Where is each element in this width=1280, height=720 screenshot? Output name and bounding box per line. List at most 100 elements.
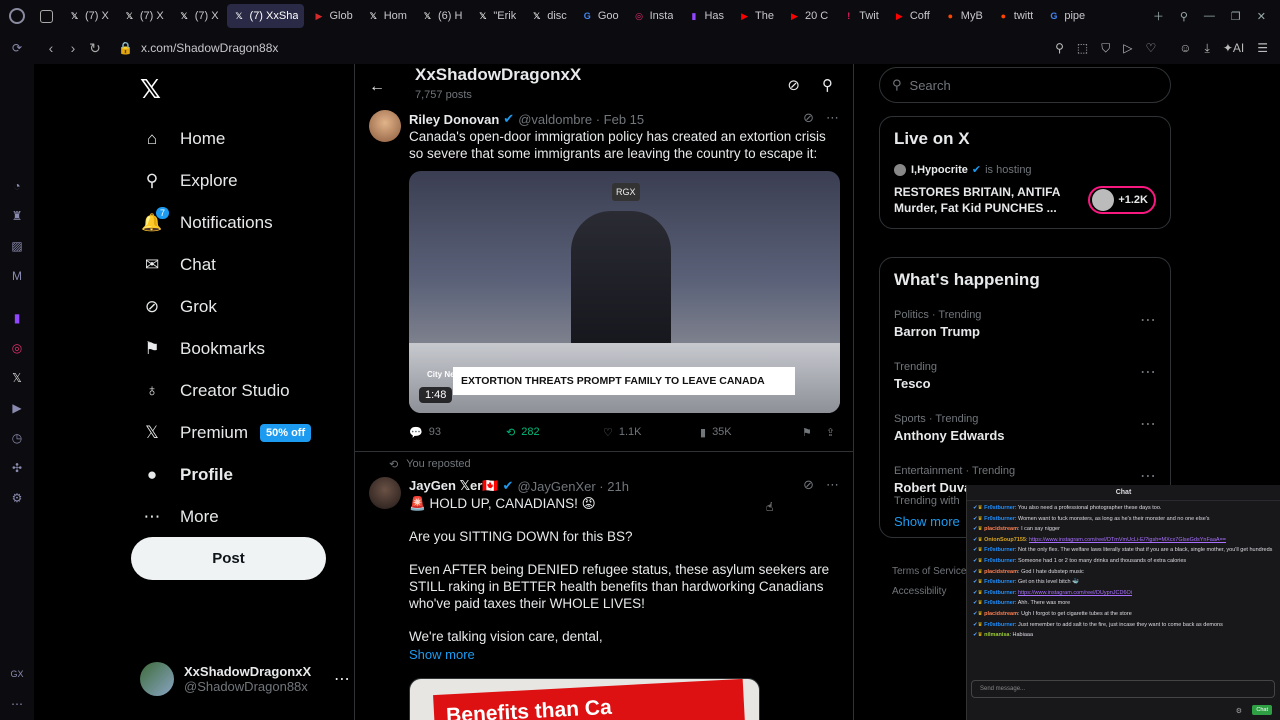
browser-tab[interactable]: ! Twit (836, 4, 885, 28)
bookmark-icon[interactable]: ⚑ (802, 426, 812, 439)
browser-tab[interactable]: ◎ Insta (627, 4, 680, 28)
download-icon[interactable]: ⤓ (1205, 41, 1210, 56)
url-field[interactable]: 🔒 x.com/ShadowDragon88x (118, 41, 278, 55)
chat-send-button[interactable]: Chat (1252, 705, 1272, 715)
share-icon[interactable]: ⇪ (826, 426, 835, 439)
chat-username[interactable]: OnionSoup7155 (984, 537, 1026, 543)
chat-username[interactable]: Fr0stburner (984, 600, 1015, 606)
tweet-date[interactable]: Feb 15 (604, 112, 644, 127)
browser-tab[interactable]: 𝕏 "Erik (470, 4, 522, 28)
browser-tab[interactable]: ▶ Coff (887, 4, 936, 28)
like-button[interactable]: ♡ 1.1K (603, 426, 700, 439)
browser-tab[interactable]: 𝕏 (7) XxSha (226, 4, 305, 28)
robot-icon[interactable]: ♜ (9, 208, 25, 224)
maximize-icon[interactable]: ❐ (1231, 10, 1241, 23)
browser-tab[interactable]: 𝕏 (7) X (117, 4, 170, 28)
more-dots-icon[interactable]: ⋯ (334, 669, 350, 689)
chat-username[interactable]: Fr0stburner (984, 505, 1015, 511)
tweet-date[interactable]: 21h (607, 479, 629, 494)
trend-item[interactable]: Politics · Trending Barron Trump ⋯ (894, 302, 1156, 354)
x-logo-icon[interactable]: 𝕏 (140, 74, 161, 105)
player-icon[interactable]: ▶ (9, 400, 25, 416)
show-more-link[interactable]: Show more (409, 647, 839, 662)
minimize-icon[interactable]: — (1204, 10, 1215, 22)
chat-username[interactable]: Fr0stburner (984, 558, 1015, 564)
nav-item-chat[interactable]: ✉ Chat (140, 244, 311, 286)
play-icon[interactable]: ▷ (1123, 41, 1132, 56)
trend-item[interactable]: Trending Tesco ⋯ (894, 354, 1156, 406)
grok-icon[interactable]: ⊘ (803, 477, 814, 493)
pin-icon[interactable]: ⚲ (1055, 41, 1064, 56)
live-space[interactable]: RESTORES BRITAIN, ANTIFA Murder, Fat Kid… (894, 184, 1156, 216)
more-dots-icon[interactable]: ⋯ (826, 477, 839, 493)
browser-tab[interactable]: ▶ Glob (306, 4, 358, 28)
menu-icon[interactable]: ☰ (1257, 41, 1268, 56)
browser-tab[interactable]: ● twitt (991, 4, 1040, 28)
browser-tab[interactable]: ▶ 20 C (782, 4, 834, 28)
nav-item-creator-studio[interactable]: ♁ Creator Studio (140, 370, 311, 412)
reload-icon[interactable]: ↻ (84, 40, 106, 57)
avatar[interactable] (369, 110, 401, 142)
chat-link[interactable]: https://www.instagram.com/reel/DTmVmUcLi… (1029, 537, 1226, 543)
repost-button[interactable]: ⟲ 282 (506, 426, 603, 439)
tweet[interactable]: Riley Donovan ✔ @valdombre · Feb 15 ⊘ ⋯ … (355, 110, 853, 451)
more-dots-icon[interactable]: ⋯ (1140, 414, 1156, 434)
grok-icon[interactable]: ⊘ (803, 110, 814, 126)
browser-tab[interactable]: ● MyB (938, 4, 989, 28)
nav-item-more[interactable]: ⋯ More (140, 496, 311, 538)
gear-icon[interactable]: ⚙ (1236, 707, 1242, 715)
browser-tab[interactable]: G Goo (575, 4, 625, 28)
chat-username[interactable]: Fr0stburner (984, 590, 1015, 596)
profile-icon[interactable]: ☺ (1179, 41, 1191, 56)
more-dots-icon[interactable]: ⋯ (826, 110, 839, 126)
heart-icon[interactable]: ♡ (1145, 41, 1156, 56)
reply-button[interactable]: 💬 93 (409, 426, 506, 439)
browser-tab[interactable]: 𝕏 Hom (361, 4, 413, 28)
shield-icon[interactable]: ⛉ (1101, 41, 1110, 56)
tab-search-icon[interactable]: ⚲ (1180, 10, 1188, 23)
twitch-icon[interactable]: ▮ (9, 310, 25, 326)
host-avatar[interactable] (894, 163, 906, 176)
more-dots-icon[interactable]: ⋯ (1140, 362, 1156, 382)
nav-item-bookmarks[interactable]: ⚑ Bookmarks (140, 328, 311, 370)
browser-tab[interactable]: 𝕏 (7) X (172, 4, 225, 28)
chat-input[interactable]: Send message... (971, 680, 1275, 698)
browser-tab[interactable]: Gpipe (1041, 4, 1091, 28)
browser-tab[interactable]: ▮ Has (681, 4, 730, 28)
back-arrow-icon[interactable]: ← (355, 78, 399, 96)
post-button[interactable]: Post (131, 537, 326, 580)
account-switcher[interactable]: XxShadowDragonxX @ShadowDragon88x ⋯ (140, 662, 350, 696)
tweet-image[interactable]: Benefits than Ca (409, 678, 760, 720)
search-icon[interactable]: ⚲ (822, 76, 833, 94)
chat-username[interactable]: nilmanisa (984, 632, 1009, 638)
more-dots-icon[interactable]: ⋯ (1140, 310, 1156, 330)
browser-tab[interactable]: 𝕏 (6) H (415, 4, 468, 28)
avatar[interactable] (369, 477, 401, 509)
live-listeners[interactable]: +1.2K (1088, 186, 1156, 214)
chat-username[interactable]: Fr0stburner (984, 547, 1015, 553)
chat-username[interactable]: Fr0stburner (984, 516, 1015, 522)
author-name[interactable]: JayGen 𝕏er🇨🇦 (409, 478, 499, 494)
opera-gx-logo-icon[interactable] (0, 0, 34, 32)
extensions-icon[interactable]: ✣ (9, 460, 25, 476)
forward-icon[interactable]: › (62, 40, 84, 56)
nav-item-notifications[interactable]: 🔔 7 Notifications (140, 202, 311, 244)
more-dots-icon[interactable]: ⋯ (1140, 466, 1156, 486)
nav-item-profile[interactable]: ● Profile (140, 454, 311, 496)
nav-item-home[interactable]: ⌂ Home (140, 118, 311, 160)
tab-screenshot[interactable] (34, 4, 60, 28)
x-icon[interactable]: 𝕏 (9, 370, 25, 386)
video-player[interactable]: RGX City News EXTORTION THREATS PROMPT F… (409, 171, 840, 413)
add-tab-icon[interactable]: ＋ (1153, 8, 1164, 24)
trend-item[interactable]: Sports · Trending Anthony Edwards ⋯ (894, 406, 1156, 458)
gx-label-icon[interactable]: GX (9, 666, 25, 682)
nav-item-premium[interactable]: 𝕏 Premium 50% off (140, 412, 312, 454)
nav-item-explore[interactable]: ⚲ Explore (140, 160, 311, 202)
chat-username[interactable]: placidstream (984, 526, 1018, 532)
gx-control-icon[interactable]: ▨ (9, 238, 25, 254)
history-icon[interactable]: ◷ (9, 430, 25, 446)
tweet[interactable]: JayGen 𝕏er🇨🇦 ✔ @JayGenXer · 21h ⊘ ⋯ 🚨 HO… (355, 477, 853, 720)
host-name[interactable]: I,Hypocrite (911, 164, 968, 176)
author-handle[interactable]: @valdombre (518, 112, 592, 127)
close-window-icon[interactable]: ✕ (1257, 10, 1266, 23)
